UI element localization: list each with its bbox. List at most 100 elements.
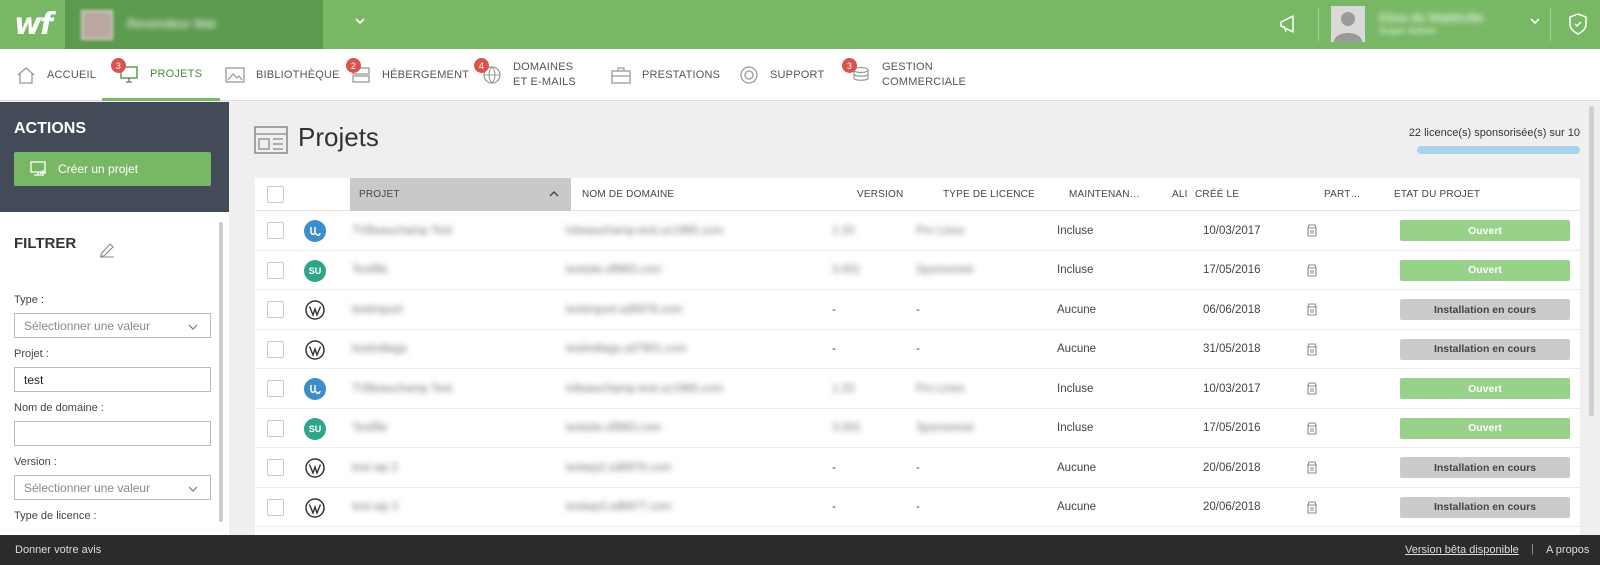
sidebar-scrollbar[interactable] [219,222,223,522]
select-value: Sélectionner une valeur [24,318,151,333]
column-header-version[interactable]: VERSION [857,178,903,211]
row-checkbox[interactable] [267,340,284,358]
filter-projet-input[interactable]: test [14,367,211,392]
column-header-cree[interactable]: CRÉÉ LE [1195,178,1239,211]
partner-icon[interactable] [1305,381,1319,397]
project-name[interactable]: Testfile [352,409,388,448]
brand-logo[interactable]: wf [0,0,65,49]
column-header-domaine[interactable]: NOM DE DOMAINE [582,178,674,211]
project-name[interactable]: testindiags [352,330,407,369]
row-checkbox[interactable] [267,498,284,516]
avatar[interactable] [1331,6,1365,42]
column-header-etat[interactable]: ETAT DU PROJET [1394,178,1480,211]
domain-name[interactable]: testwp2.sd6976.com [566,448,671,487]
filter-domain-input[interactable] [14,421,211,446]
partner-icon[interactable] [1305,263,1319,279]
row-checkbox[interactable] [267,301,284,318]
domain-name[interactable]: testsite.sfl983.com [566,251,661,290]
row-checkbox[interactable] [267,459,284,476]
account-avatar [81,10,113,40]
table-row[interactable]: SU Testfile testsite.sfl983.com 3.001 Sponso… [255,251,1580,290]
maintenance: Aucune [1057,303,1097,316]
beta-version-link[interactable]: Version bêta disponible [1405,544,1519,556]
table-row[interactable]: testimport testimport.sd6978.com - - Aucune 0… [255,290,1580,330]
nav-support[interactable]: SUPPORT [738,49,824,101]
notification-badge: 3 [111,58,126,73]
eraser-icon[interactable] [98,240,116,258]
nav-gestion-commerciale[interactable]: 3 GESTION COMMERCIALE [842,49,966,101]
version: 3.001 [832,422,861,434]
nav-hebergement[interactable]: 2 HÉBERGEMENT [346,49,469,101]
licence-type: - [916,343,920,355]
domain-name[interactable]: testwp3.sd6977.com [566,488,671,527]
sidebar: ACTIONS Créer un projet FILTRER Type : S… [0,102,229,535]
domain-name[interactable]: testimport.sd6978.com [566,290,682,329]
project-name[interactable]: TVBeauchamp Test [352,369,452,408]
filter-type-select[interactable]: Sélectionner une valeur [14,313,211,338]
main-scrollbar[interactable] [1589,106,1594,416]
megaphone-icon[interactable] [1277,12,1301,36]
project-name[interactable]: test wp 2 [352,448,398,487]
domain-name[interactable]: tvbeauchamp-test.uc1985.com [566,211,723,250]
partner-icon[interactable] [1305,342,1319,358]
nav-accueil[interactable]: ACCUEIL [15,49,96,101]
maintenance: Aucune [1057,501,1097,513]
status-badge: Installation en cours [1400,299,1570,320]
project-name[interactable]: Testfile [352,251,388,290]
partner-icon[interactable] [1305,500,1319,516]
nav-label: PRESTATIONS [642,69,721,81]
projects-list-icon [254,126,288,154]
nav-projets[interactable]: 3 PROJETS [102,49,221,101]
chevron-down-icon[interactable] [1530,15,1540,29]
account-switcher[interactable]: Revendeur Mat [65,0,365,49]
domain-name[interactable]: testindiags.sd7901.com [566,330,687,369]
created-date: 31/05/2018 [1203,343,1261,355]
table-row[interactable]: test wp 2 testwp2.sd6976.com - - Aucune 20/06… [255,448,1580,488]
create-project-button[interactable]: Créer un projet [14,152,211,186]
table-row[interactable]: test wp 3 testwp3.sd6977.com - - Aucune 20/06… [255,488,1580,527]
divider [1318,8,1319,41]
su-app-icon: SU [304,259,326,282]
column-header-licence[interactable]: TYPE DE LICENCE [943,178,1035,211]
partner-icon[interactable] [1305,460,1319,476]
page-title: Projets [298,122,379,152]
table-row[interactable]: SU Testfile testsite.sfl983.com 3.001 Sponso… [255,409,1580,448]
filter-version-select[interactable]: Sélectionner une valeur [14,475,211,500]
feedback-link[interactable]: Donner votre avis [15,544,101,556]
column-header-maintenance[interactable]: MAINTENAN… [1069,178,1140,211]
actions-title: ACTIONS [14,120,86,137]
created-date: 17/05/2016 [1203,422,1261,434]
partner-icon[interactable] [1305,302,1319,318]
row-checkbox[interactable] [267,222,284,239]
select-all-checkbox[interactable] [267,186,284,203]
shield-badge-icon[interactable] [1566,12,1590,36]
project-name[interactable]: testimport [352,290,403,329]
lifebuoy-icon [738,64,760,86]
status-badge: Installation en cours [1400,338,1570,360]
table-row[interactable]: TVBeauchamp Test tvbeauchamp-test.uc1985.… [255,369,1580,409]
about-link[interactable]: A propos [1546,544,1589,556]
row-checkbox[interactable] [267,261,284,279]
column-header-projet[interactable]: PROJET [350,178,571,211]
nav-domaines[interactable]: 4 DOMAINES ET E-MAILS [474,49,576,101]
partner-icon[interactable] [1305,223,1319,239]
created-date: 06/06/2018 [1203,303,1261,316]
home-icon [15,64,37,86]
table-row[interactable]: testindiags testindiags.sd7901.com - - Aucun… [255,330,1580,369]
user-name[interactable]: Elisa de Mattéville [1379,10,1484,25]
row-checkbox[interactable] [267,380,284,397]
partner-icon[interactable] [1305,421,1319,437]
column-label: PROJET [359,189,400,200]
nav-prestations[interactable]: PRESTATIONS [610,49,720,101]
column-header-ali[interactable]: ALI [1172,178,1188,211]
nav-label: DOMAINES [513,61,574,73]
row-checkbox[interactable] [267,419,284,437]
domain-name[interactable]: testsite.sfl983.com [566,409,661,448]
project-name[interactable]: test wp 3 [352,488,398,527]
domain-name[interactable]: tvbeauchamp-test.uc1985.com [566,369,723,408]
column-header-part[interactable]: PART… [1324,178,1361,211]
table-row[interactable]: TVBeauchamp Test tvbeauchamp-test.uc1985.… [255,211,1580,251]
nav-bibliotheque[interactable]: BIBLIOTHÈQUE [224,49,340,101]
version: - [832,303,836,316]
project-name[interactable]: TVBeauchamp Test [352,211,452,250]
